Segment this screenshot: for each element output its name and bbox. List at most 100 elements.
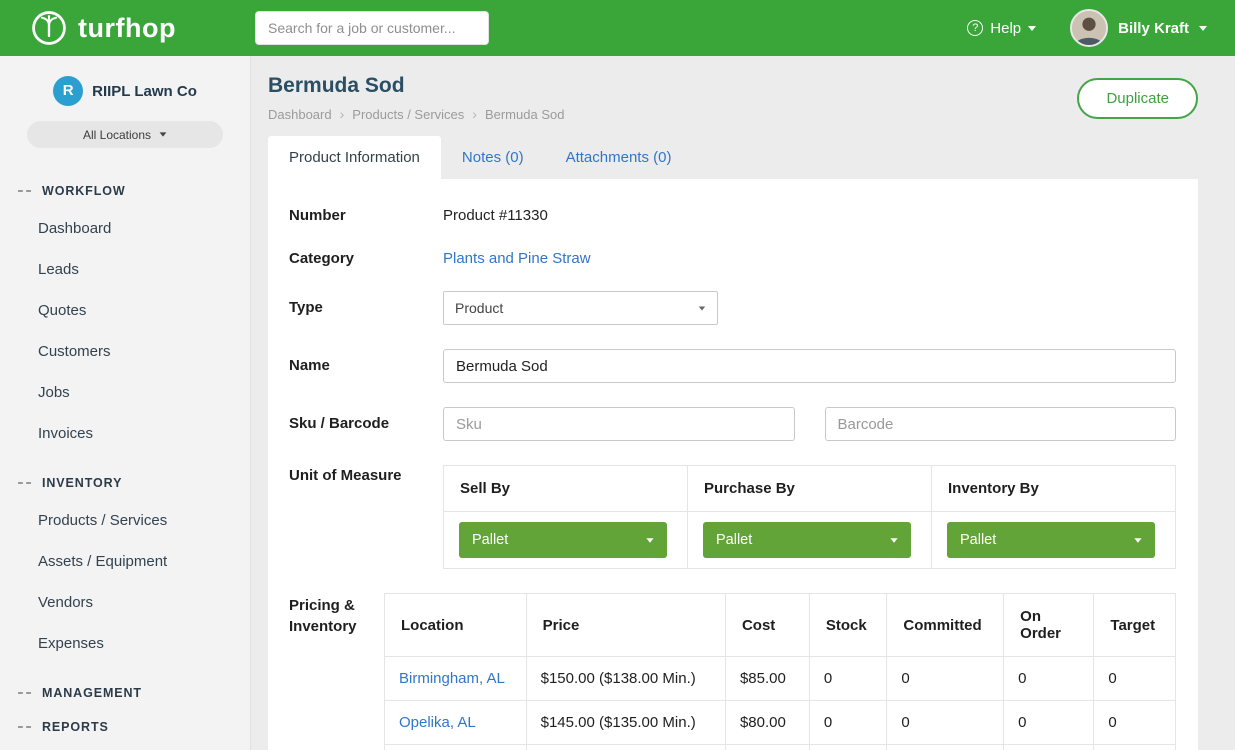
location-link[interactable]: Birmingham, AL — [399, 670, 505, 687]
sell-by-value: Pallet — [472, 532, 508, 548]
chevron-down-icon — [1028, 26, 1036, 31]
section-dash-icon — [18, 190, 31, 192]
pricing-inventory-label: Pricing & Inventory — [289, 593, 384, 637]
pricing-column-location: Location — [385, 594, 527, 657]
inventory-by-dropdown[interactable]: Pallet — [947, 522, 1155, 558]
cost-cell: $85.00 — [725, 657, 809, 701]
chevron-right-icon: › — [472, 106, 477, 122]
location-link[interactable]: Opelika, AL — [399, 714, 476, 731]
uom-column-purchase-by: Purchase By — [688, 466, 932, 512]
category-label: Category — [289, 248, 443, 267]
sidebar-item-quotes[interactable]: Quotes — [0, 290, 250, 331]
section-dash-icon — [18, 692, 31, 694]
tab-attachments[interactable]: Attachments (0) — [545, 136, 693, 179]
sidebar-section-workflow[interactable]: WORKFLOW — [0, 174, 250, 208]
sidebar-item-dashboard[interactable]: Dashboard — [0, 208, 250, 249]
sidebar-item-jobs[interactable]: Jobs — [0, 372, 250, 413]
locations-dropdown[interactable]: All Locations — [27, 121, 223, 148]
duplicate-button[interactable]: Duplicate — [1077, 78, 1198, 119]
chevron-down-icon — [890, 538, 897, 543]
brand-name: turfhop — [78, 13, 176, 44]
sidebar-nav: WORKFLOW Dashboard Leads Quotes Customer… — [0, 174, 250, 744]
unit-of-measure-table: Sell By Purchase By Inventory By Pallet … — [443, 465, 1176, 569]
number-label: Number — [289, 205, 443, 224]
user-name: Billy Kraft — [1118, 20, 1189, 37]
type-select-value: Product — [455, 300, 503, 316]
help-menu[interactable]: ? Help — [967, 20, 1036, 37]
pricing-row-partial — [385, 745, 1176, 750]
sidebar-item-invoices[interactable]: Invoices — [0, 413, 250, 454]
name-row: Name — [289, 349, 1176, 383]
target-cell: 0 — [1094, 657, 1176, 701]
search-input[interactable] — [255, 11, 489, 45]
number-value: Product #11330 — [443, 205, 1176, 224]
section-dash-icon — [18, 726, 31, 728]
sidebar-section-reports[interactable]: REPORTS — [0, 710, 250, 744]
sell-by-dropdown[interactable]: Pallet — [459, 522, 667, 558]
stock-cell: 0 — [809, 701, 886, 745]
pricing-header-row: Location Price Cost Stock Committed On O… — [385, 594, 1176, 657]
sku-input[interactable] — [443, 407, 795, 441]
target-cell: 0 — [1094, 701, 1176, 745]
unit-of-measure-label: Unit of Measure — [289, 465, 443, 484]
chevron-down-icon — [699, 306, 705, 310]
number-row: Number Product #11330 — [289, 205, 1176, 224]
on-order-cell: 0 — [1004, 657, 1094, 701]
category-row: Category Plants and Pine Straw — [289, 248, 1176, 267]
breadcrumb: Dashboard › Products / Services › Bermud… — [268, 106, 564, 122]
sidebar-item-vendors[interactable]: Vendors — [0, 582, 250, 623]
help-label: Help — [990, 20, 1021, 37]
section-label: MANAGEMENT — [42, 686, 142, 700]
cost-cell: $80.00 — [725, 701, 809, 745]
company-badge-icon: R — [53, 76, 83, 106]
company: R RIIPL Lawn Co — [0, 76, 250, 106]
pricing-row: Birmingham, AL $150.00 ($138.00 Min.) $8… — [385, 657, 1176, 701]
page-title: Bermuda Sod — [268, 74, 564, 98]
sidebar-section-inventory[interactable]: INVENTORY — [0, 466, 250, 500]
pricing-column-committed: Committed — [887, 594, 1004, 657]
barcode-input[interactable] — [825, 407, 1177, 441]
help-icon: ? — [967, 20, 983, 36]
breadcrumb-dashboard[interactable]: Dashboard — [268, 107, 332, 122]
avatar — [1070, 9, 1108, 47]
tab-bar: Product Information Notes (0) Attachment… — [268, 136, 1198, 179]
purchase-by-dropdown[interactable]: Pallet — [703, 522, 911, 558]
price-cell: $145.00 ($135.00 Min.) — [526, 701, 725, 745]
section-dash-icon — [18, 482, 31, 484]
top-bar: turfhop ? Help Billy Kraft — [0, 0, 1235, 56]
purchase-by-value: Pallet — [716, 532, 752, 548]
chevron-down-icon — [1199, 26, 1207, 31]
brand[interactable]: turfhop — [30, 9, 255, 47]
sidebar-item-leads[interactable]: Leads — [0, 249, 250, 290]
sidebar-item-assets-equipment[interactable]: Assets / Equipment — [0, 541, 250, 582]
sidebar-item-products-services[interactable]: Products / Services — [0, 500, 250, 541]
turfhop-logo-icon — [30, 9, 68, 47]
category-link[interactable]: Plants and Pine Straw — [443, 248, 1176, 267]
sidebar-item-customers[interactable]: Customers — [0, 331, 250, 372]
sidebar-section-management[interactable]: MANAGEMENT — [0, 676, 250, 710]
pricing-inventory-table: Location Price Cost Stock Committed On O… — [384, 593, 1176, 750]
locations-label: All Locations — [83, 128, 151, 142]
section-label: WORKFLOW — [42, 184, 126, 198]
main-content: Bermuda Sod Dashboard › Products / Servi… — [251, 56, 1235, 750]
committed-cell: 0 — [887, 701, 1004, 745]
type-select[interactable]: Product — [443, 291, 718, 325]
sku-barcode-row: Sku / Barcode — [289, 407, 1176, 441]
name-input[interactable] — [443, 349, 1176, 383]
page-header: Bermuda Sod Dashboard › Products / Servi… — [268, 74, 1198, 122]
pricing-row: Opelika, AL $145.00 ($135.00 Min.) $80.0… — [385, 701, 1176, 745]
pricing-inventory-row: Pricing & Inventory Location Price Cost … — [289, 593, 1176, 750]
chevron-down-icon — [1134, 538, 1141, 543]
tab-product-information[interactable]: Product Information — [268, 136, 441, 179]
chevron-down-icon — [646, 538, 653, 543]
user-menu[interactable]: Billy Kraft — [1070, 9, 1207, 47]
chevron-right-icon: › — [340, 106, 345, 122]
breadcrumb-products-services[interactable]: Products / Services — [352, 107, 464, 122]
sidebar-item-expenses[interactable]: Expenses — [0, 623, 250, 664]
breadcrumb-current: Bermuda Sod — [485, 107, 565, 122]
pricing-column-on-order: On Order — [1004, 594, 1094, 657]
price-cell: $150.00 ($138.00 Min.) — [526, 657, 725, 701]
type-label: Type — [289, 291, 443, 316]
tab-notes[interactable]: Notes (0) — [441, 136, 545, 179]
uom-column-inventory-by: Inventory By — [932, 466, 1176, 512]
